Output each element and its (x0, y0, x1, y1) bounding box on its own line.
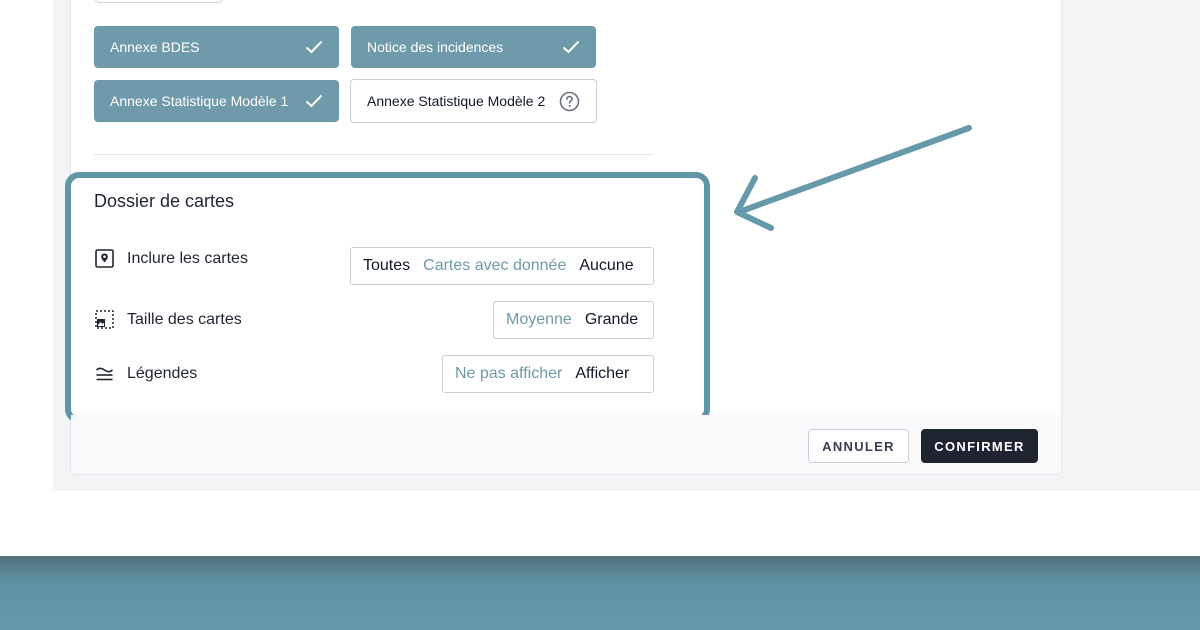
row-legends: Légendes (95, 364, 197, 383)
annotation-arrow-icon (734, 125, 972, 231)
check-icon (305, 40, 323, 54)
chip-notice-incidences[interactable]: Notice des incidences (351, 26, 596, 68)
chip-annexe-statistique-1[interactable]: Annexe Statistique Modèle 1 (94, 80, 339, 122)
check-icon (562, 40, 580, 54)
legends-selector[interactable]: Ne pas afficher Afficher (442, 355, 654, 393)
row-label-text: Taille des cartes (127, 310, 242, 328)
chip-annexe-statistique-2[interactable]: Annexe Statistique Modèle 2 (350, 79, 597, 123)
chip-label: Annexe Statistique Modèle 2 (367, 93, 546, 109)
option-cartes-avec-donnee[interactable]: Cartes avec donnée (423, 257, 566, 275)
chip-label: Notice des incidences (367, 39, 504, 55)
row-include-maps: Inclure les cartes (95, 249, 248, 268)
chip-label: Annexe BDES (110, 39, 200, 55)
map-size-selector[interactable]: Moyenne Grande (493, 301, 654, 339)
option-afficher[interactable]: Afficher (575, 365, 629, 383)
option-ne-pas-afficher[interactable]: Ne pas afficher (455, 365, 562, 383)
section-divider (94, 154, 654, 155)
help-circle-icon[interactable] (559, 91, 580, 112)
option-aucune[interactable]: Aucune (579, 257, 633, 275)
include-maps-selector[interactable]: Toutes Cartes avec donnée Aucune (350, 247, 654, 285)
option-moyenne[interactable]: Moyenne (506, 311, 572, 329)
row-map-size: Taille des cartes (95, 310, 242, 329)
map-pin-icon (95, 249, 114, 268)
dialog-footer (71, 415, 1061, 474)
truncated-control[interactable] (94, 0, 224, 3)
cancel-button[interactable]: ANNULER (808, 429, 909, 463)
chip-label: Annexe Statistique Modèle 1 (110, 93, 289, 109)
confirm-button[interactable]: CONFIRMER (921, 429, 1038, 463)
chip-annexe-bdes[interactable]: Annexe BDES (94, 26, 339, 68)
option-toutes[interactable]: Toutes (363, 257, 410, 275)
check-icon (305, 94, 323, 108)
bottom-banner (0, 556, 1200, 630)
section-title: Dossier de cartes (94, 191, 235, 211)
option-grande[interactable]: Grande (585, 311, 638, 329)
legend-waves-icon (95, 364, 114, 383)
row-label-text: Inclure les cartes (127, 249, 248, 267)
image-size-icon (95, 310, 114, 329)
row-label-text: Légendes (127, 364, 198, 382)
